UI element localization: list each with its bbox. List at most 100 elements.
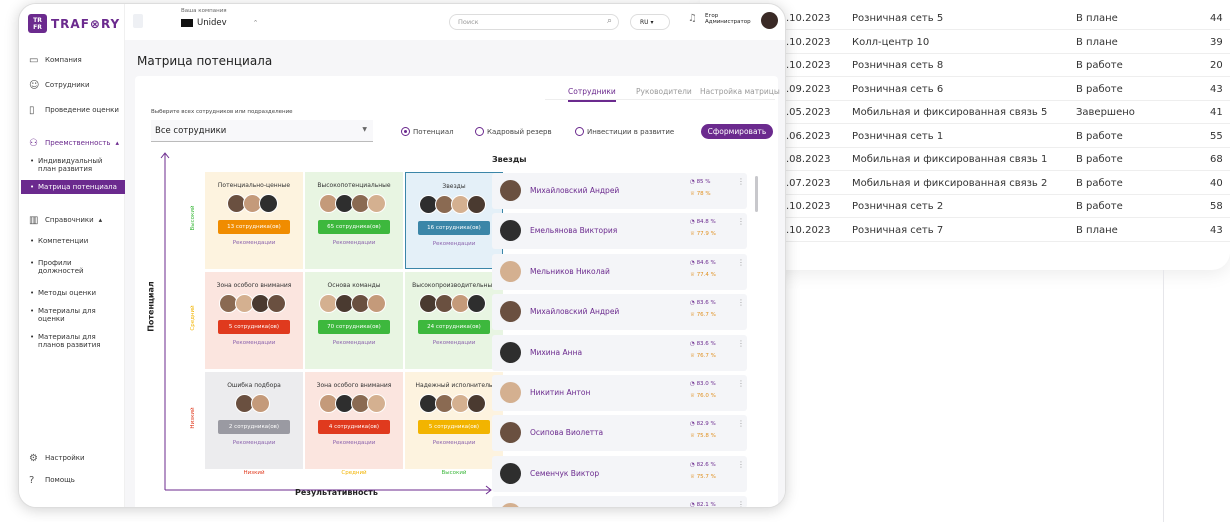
radio-investments[interactable]: Инвестиции в развитие (575, 127, 674, 136)
nav-assessment-materials[interactable]: Материалы для оценки (30, 307, 102, 323)
list-item[interactable]: ◔ 82.1 % ♕ ⋮ (492, 496, 747, 507)
more-icon[interactable]: ⋮ (737, 339, 745, 348)
more-icon[interactable]: ⋮ (737, 500, 745, 507)
radio-reserve[interactable]: Кадровый резерв (475, 127, 552, 136)
cell-count-button[interactable]: 2 сотрудника(ов) (218, 420, 290, 434)
more-icon[interactable]: ⋮ (737, 379, 745, 388)
avatar (500, 301, 521, 323)
employee-select[interactable]: Все сотрудники ▼ (151, 120, 373, 142)
app-window: TR FR TRAF⊗RY ▭ Компания ☺ Сотрудники ▯ Про… (18, 3, 786, 508)
cell-recommendations-link[interactable]: Рекомендации (305, 440, 403, 446)
user-info[interactable]: Егор Администратор (705, 13, 751, 25)
document-icon: ▯ (29, 105, 35, 116)
company-label: Ваша компания (181, 8, 227, 14)
company-logo-icon (181, 19, 193, 27)
cell-count-button[interactable]: 5 сотрудника(ов) (418, 420, 490, 434)
person-name: Михина Анна (530, 347, 583, 357)
list-item[interactable]: Никитин Антон ◔ 83.0 % ♕ 76.0 % ⋮ (492, 375, 747, 411)
matrix-cell[interactable]: Основа команды 70 сотрудника(ов) Рекомен… (305, 272, 403, 369)
matrix-cell[interactable]: Высокопотенциальные 65 сотрудника(ов) Ре… (305, 172, 403, 269)
language-select[interactable]: RU ▾ (630, 14, 670, 30)
cell-count-button[interactable]: 24 сотрудника(ов) (418, 320, 490, 334)
list-item[interactable]: Михайловский Андрей ◔ 83.6 % ♕ 76.7 % ⋮ (492, 294, 747, 331)
cell-recommendations-link[interactable]: Рекомендации (405, 440, 503, 446)
nav-development-materials[interactable]: Материалы для планов развития (30, 333, 110, 349)
performance-value: 75.8 % (696, 433, 716, 440)
cell-recommendations-link[interactable]: Рекомендации (305, 340, 403, 346)
more-icon[interactable]: ⋮ (737, 419, 745, 428)
cell-recommendations-link[interactable]: Рекомендации (205, 240, 303, 246)
nav-company[interactable]: ▭ Компания (29, 56, 82, 67)
matrix-cell[interactable]: Ошибка подбора 2 сотрудника(ов) Рекоменд… (205, 372, 303, 469)
nav-help[interactable]: ? Помощь (29, 476, 75, 487)
nav-assessment-methods[interactable]: Методы оценки (30, 289, 122, 297)
bg-cell-date: .10.2023 (786, 201, 831, 212)
nav-competencies[interactable]: Компетенции (30, 237, 122, 245)
nav-assessment[interactable]: ▯ Проведение оценки (29, 106, 119, 117)
cell-recommendations-link[interactable]: Рекомендации (405, 340, 503, 346)
bell-icon[interactable]: ♫ (688, 13, 697, 24)
matrix-cell[interactable]: Высокопроизводительные 24 сотрудника(ов)… (405, 272, 503, 369)
more-icon[interactable]: ⋮ (737, 177, 745, 186)
matrix-cell[interactable]: Звезды 16 сотрудника(ов) Рекомендации (405, 172, 503, 269)
person-name: Никитин Антон (530, 388, 591, 397)
avatar (467, 394, 486, 413)
logo: TR FR TRAF⊗RY (28, 14, 120, 33)
performance-metric: ♕ 75.8 % (690, 433, 716, 440)
cell-count-button[interactable]: 16 сотрудника(ов) (418, 221, 490, 235)
bg-cell-date: .10.2023 (786, 13, 831, 24)
cell-count-button[interactable]: 65 сотрудника(ов) (318, 220, 390, 234)
company-selector[interactable]: Unidev ⌃ (181, 18, 259, 28)
more-icon[interactable]: ⋮ (737, 460, 745, 469)
cell-recommendations-link[interactable]: Рекомендации (205, 340, 303, 346)
bg-cell-num: 58 (1210, 201, 1223, 212)
nav-reference[interactable]: ▥ Справочники ▴ (29, 216, 102, 227)
list-item[interactable]: Осипова Виолетта ◔ 82.9 % ♕ 75.8 % ⋮ (492, 415, 747, 452)
more-icon[interactable]: ⋮ (737, 217, 745, 226)
performance-value: 78 % (696, 191, 711, 197)
cell-count-button[interactable]: 5 сотрудника(ов) (218, 320, 290, 334)
cell-recommendations-link[interactable]: Рекомендации (305, 240, 403, 246)
collapse-toggle[interactable] (133, 14, 143, 28)
nav-individual-plan[interactable]: Индивидуальный план развития (30, 157, 122, 173)
nav-employees[interactable]: ☺ Сотрудники (29, 81, 90, 92)
scrollbar[interactable] (755, 176, 758, 212)
matrix-cell[interactable]: Зона особого внимания 5 сотрудника(ов) Р… (205, 272, 303, 369)
nav-potential-matrix[interactable]: Матрица потенциала (21, 180, 125, 194)
bg-cell-name: Розничная сеть 6 (852, 83, 944, 95)
tab-managers[interactable]: Руководители (636, 87, 692, 96)
performance-metric: ♕ 77.4 % (690, 271, 716, 278)
search-input[interactable]: Поиск ⌕ (449, 14, 619, 30)
language-value: RU (640, 19, 649, 26)
list-item[interactable]: Михина Анна ◔ 83.6 % ♕ 76.7 % ⋮ (492, 334, 747, 371)
nav-settings[interactable]: ⚙ Настройки (29, 454, 85, 465)
avatar[interactable] (761, 12, 778, 29)
tabs-divider (545, 99, 775, 100)
bg-cell-date: .10.2023 (786, 224, 831, 236)
matrix-cell[interactable]: Надежный исполнитель 5 сотрудника(ов) Ре… (405, 372, 503, 469)
nav-succession[interactable]: ⚇ Преемственность ▴ (29, 139, 119, 150)
potential-value: 83.6 % (696, 340, 716, 347)
form-button[interactable]: Сформировать (701, 124, 773, 139)
more-icon[interactable]: ⋮ (737, 298, 745, 307)
bg-cell-name: Мобильная и фиксированная связь 1 (852, 154, 1048, 165)
cell-title: Высокопотенциальные (317, 182, 391, 189)
matrix-cell[interactable]: Потенциально-ценные 13 сотрудника(ов) Ре… (205, 172, 303, 269)
matrix-cell[interactable]: Зона особого внимания 4 сотрудника(ов) Р… (305, 372, 403, 469)
list-item[interactable]: Мельников Николай ◔ 84.6 % ♕ 77.4 % ⋮ (492, 253, 747, 290)
list-item[interactable]: Семенчук Виктор ◔ 82.6 % ♕ 75.7 % ⋮ (492, 455, 747, 492)
cell-avatars (205, 194, 303, 214)
radio-potential[interactable]: Потенциал (401, 127, 454, 136)
cell-recommendations-link[interactable]: Рекомендации (205, 440, 303, 446)
list-item[interactable]: Емельянова Виктория ◔ 84.8 % ♕ 77.9 % ⋮ (492, 213, 747, 250)
more-icon[interactable]: ⋮ (737, 258, 745, 267)
cell-count-button[interactable]: 4 сотрудника(ов) (318, 420, 390, 434)
cell-recommendations-link[interactable]: Рекомендации (406, 241, 502, 247)
tab-matrix-settings[interactable]: Настройка матрицы (700, 87, 780, 96)
performance-value: 75.7 % (696, 473, 716, 480)
nav-job-profiles[interactable]: Профили должностей (30, 259, 100, 275)
cell-count-button[interactable]: 13 сотрудника(ов) (218, 220, 290, 234)
cell-count-button[interactable]: 70 сотрудника(ов) (318, 320, 390, 334)
nav-label: Компания (45, 56, 82, 64)
list-item[interactable]: Михайловский Андрей ◔ 85 % ♕ 78 % ⋮ (492, 173, 747, 209)
